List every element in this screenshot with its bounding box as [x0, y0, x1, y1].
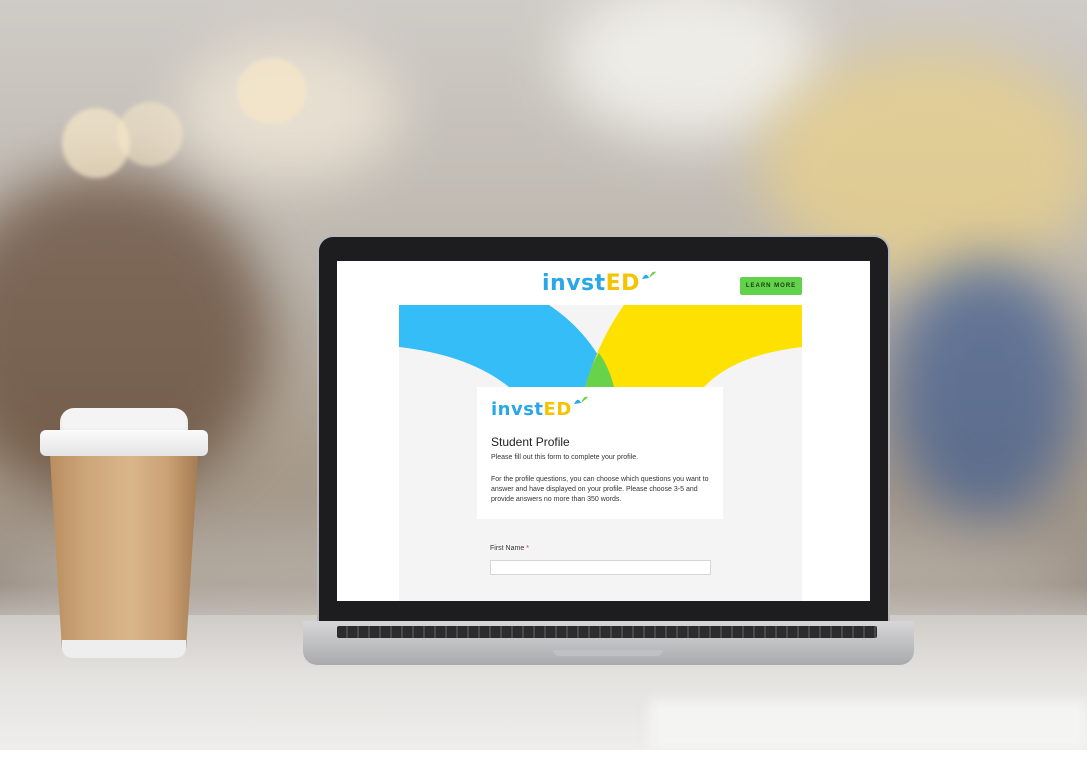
site-logo[interactable]: invstED	[542, 271, 656, 296]
form-header-card: invstED Student Profile Please fill out …	[477, 387, 723, 519]
laptop-notch	[553, 650, 663, 656]
cup-sleeve	[50, 456, 198, 648]
cup-lid-rim	[40, 430, 208, 456]
logo-text: invst	[542, 271, 606, 296]
form-container: invstED Student Profile Please fill out …	[399, 305, 802, 601]
logo-text-accent: ED	[605, 271, 640, 296]
table-reflection	[650, 700, 1087, 750]
blurred-books	[890, 260, 1080, 520]
bird-icon	[573, 396, 588, 404]
form-subtitle: Please fill out this form to complete yo…	[491, 454, 639, 461]
bokeh-light	[117, 102, 183, 166]
bird-icon	[641, 271, 656, 279]
bokeh-light	[237, 58, 307, 124]
logo-text-accent: ED	[543, 399, 572, 420]
required-indicator: *	[526, 545, 529, 552]
first-name-input[interactable]	[490, 560, 711, 575]
form-title: Student Profile	[491, 435, 570, 449]
form-banner	[399, 305, 802, 387]
logo-text: invst	[491, 399, 544, 420]
learn-more-button[interactable]: LEARN MORE	[740, 277, 802, 295]
cup-base	[62, 640, 186, 658]
laptop-screen: invstED LEARN MORE invstED Student Profi…	[337, 261, 870, 601]
coffee-cup	[40, 408, 208, 658]
first-name-label-text: First Name	[490, 545, 525, 552]
form-description: For the profile questions, you can choos…	[491, 476, 709, 503]
first-name-label: First Name *	[490, 545, 529, 552]
site-header: invstED LEARN MORE	[337, 261, 870, 305]
laptop-keyboard	[337, 626, 877, 638]
form-logo: invstED	[491, 396, 588, 420]
